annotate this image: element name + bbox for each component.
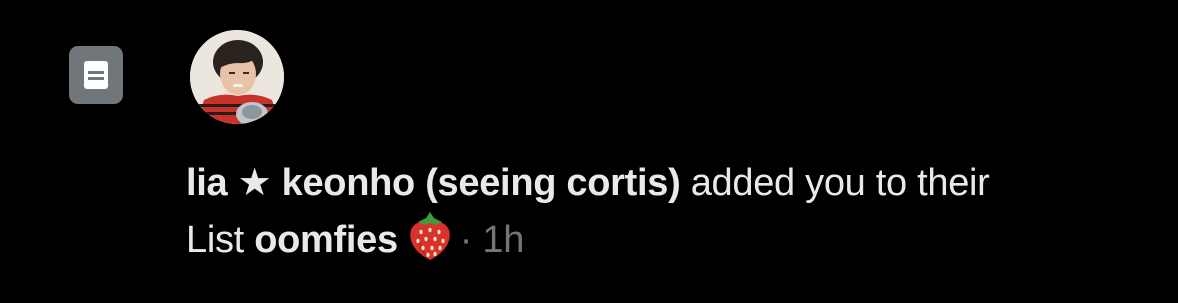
action-text: added you to their — [680, 162, 990, 204]
separator-dot: · — [459, 219, 473, 261]
notification-text: lia ★ keonho (seeing cortis) added you t… — [186, 156, 1166, 277]
list-name[interactable]: oomfies — [254, 219, 398, 261]
list-icon — [69, 46, 123, 104]
user-avatar[interactable] — [190, 30, 284, 124]
list-notification[interactable]: lia ★ keonho (seeing cortis) added you t… — [0, 0, 1178, 303]
strawberry-emoji — [406, 210, 454, 277]
timestamp: 1h — [482, 219, 525, 261]
actor-name[interactable]: lia ★ keonho (seeing cortis) — [186, 162, 681, 204]
list-prefix: List — [186, 219, 255, 261]
